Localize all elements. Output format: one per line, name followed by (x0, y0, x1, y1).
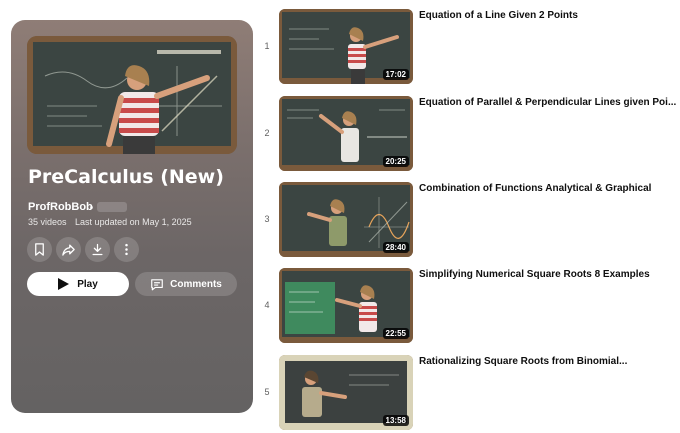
download-button[interactable] (85, 237, 110, 262)
playlist-thumbnail[interactable] (27, 36, 237, 154)
video-thumbnail[interactable]: 22:55 (279, 268, 413, 343)
comments-button[interactable]: Comments (135, 272, 237, 296)
video-thumbnail[interactable]: 13:58 (279, 355, 413, 430)
save-icon (35, 243, 44, 256)
video-index: 3 (264, 214, 270, 224)
download-icon (92, 243, 103, 256)
play-icon (58, 278, 70, 290)
video-title[interactable]: Simplifying Numerical Square Roots 8 Exa… (419, 269, 677, 280)
video-index: 5 (264, 387, 270, 397)
comments-label: Comments (170, 278, 222, 290)
playlist-header-panel: PreCalculus (New) ProfRobBob 35 videos L… (11, 20, 253, 413)
playlist-title: PreCalculus (New) (28, 166, 224, 188)
video-thumbnail[interactable]: 17:02 (279, 9, 413, 84)
video-index: 1 (264, 41, 270, 51)
video-duration: 17:02 (382, 69, 409, 80)
video-index: 4 (264, 300, 270, 310)
video-thumbnail[interactable]: 28:40 (279, 182, 413, 257)
playlist-video-row[interactable]: 3 28:40 Combination of Functions Analyti… (260, 182, 680, 260)
video-title[interactable]: Combination of Functions Analytical & Gr… (419, 183, 677, 194)
playlist-video-row[interactable]: 5 13:58 Rationalizing Square Roots from … (260, 355, 680, 433)
save-playlist-button[interactable] (27, 237, 52, 262)
channel-badge-placeholder (97, 202, 127, 212)
playlist-video-row[interactable]: 2 20:25 Equation of Parallel & Perpendic… (260, 96, 680, 174)
video-duration: 20:25 (382, 156, 409, 167)
playlist-video-row[interactable]: 4 22:55 Simplifying Numerical Square Roo… (260, 268, 680, 346)
video-title[interactable]: Rationalizing Square Roots from Binomial… (419, 356, 677, 367)
video-title[interactable]: Equation of a Line Given 2 Points (419, 10, 677, 21)
more-icon (125, 243, 128, 256)
more-actions-button[interactable] (114, 237, 139, 262)
video-count: 35 videos (28, 217, 67, 227)
play-label: Play (77, 278, 98, 290)
share-button[interactable] (56, 237, 81, 262)
video-thumbnail[interactable]: 20:25 (279, 96, 413, 171)
video-duration: 13:58 (382, 415, 409, 426)
play-all-button[interactable]: Play (27, 272, 129, 296)
channel-name[interactable]: ProfRobBob (28, 201, 93, 213)
video-index: 2 (264, 128, 270, 138)
comments-icon (151, 278, 163, 290)
playlist-meta: 35 videos Last updated on May 1, 2025 (28, 217, 192, 227)
video-duration: 22:55 (382, 328, 409, 339)
last-updated: Last updated on May 1, 2025 (75, 217, 192, 227)
video-duration: 28:40 (382, 242, 409, 253)
playlist-video-row[interactable]: 1 17:02 Equation of a Line Given 2 Point… (260, 9, 680, 87)
share-icon (62, 244, 75, 256)
channel-separator-dot (90, 206, 93, 209)
video-title[interactable]: Equation of Parallel & Perpendicular Lin… (419, 97, 677, 108)
